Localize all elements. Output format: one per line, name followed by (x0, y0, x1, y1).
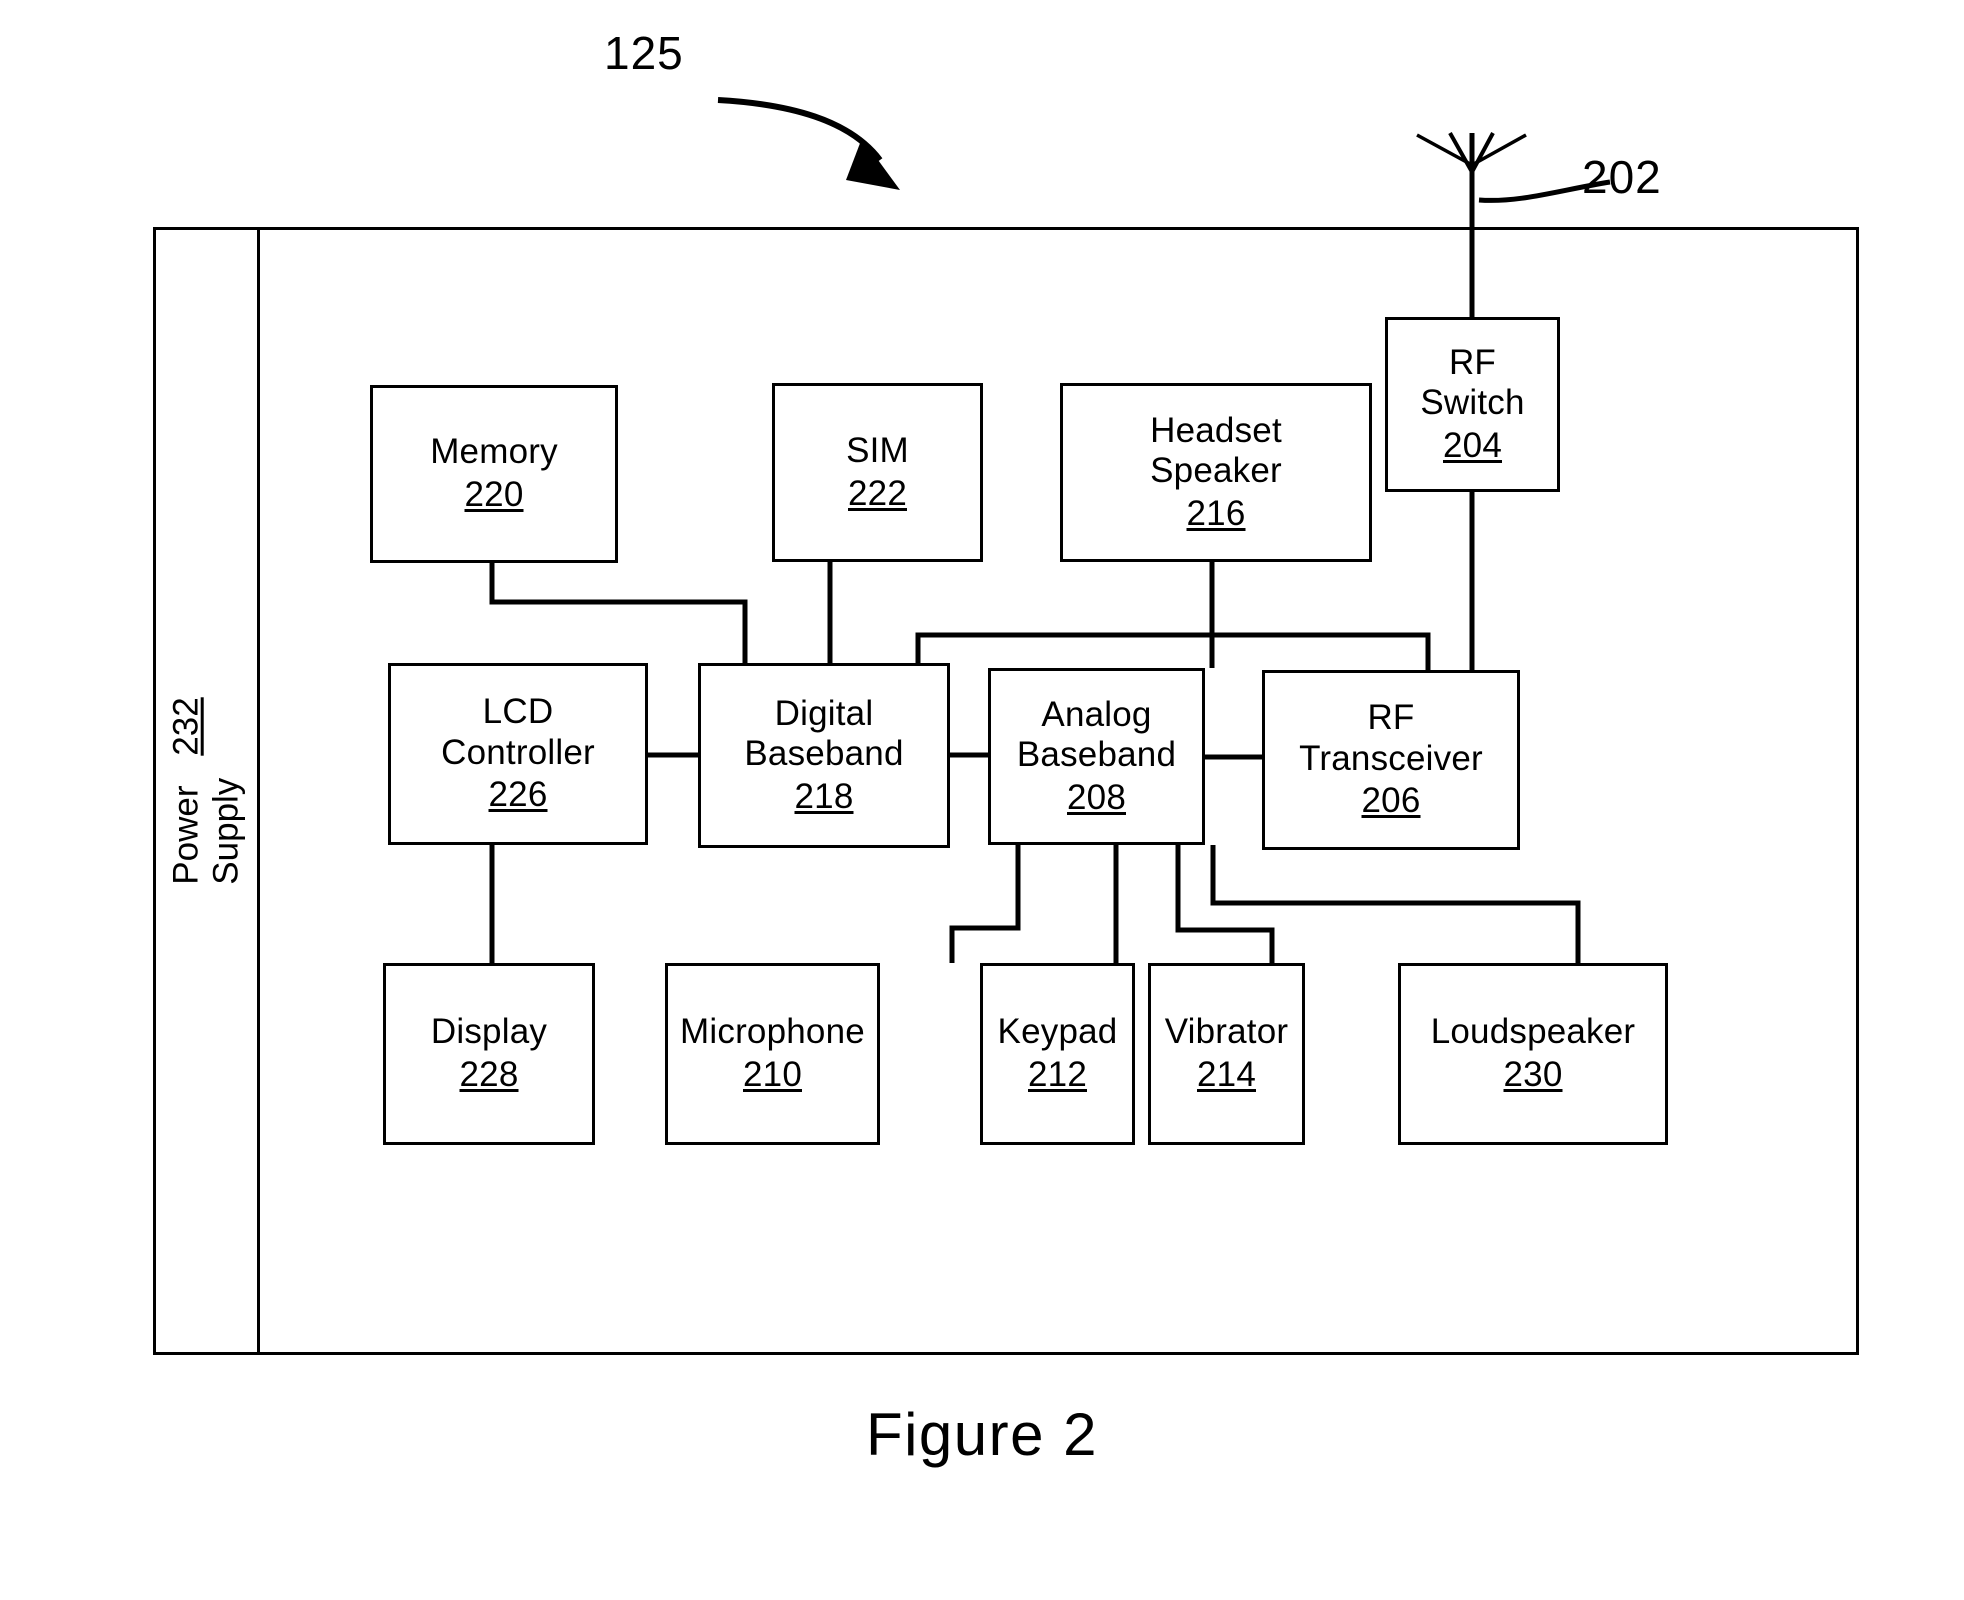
vibrator-label: Vibrator (1164, 1012, 1289, 1052)
block-headset-speaker[interactable]: Headset Speaker 216 (1060, 383, 1372, 562)
display-ref: 228 (459, 1055, 519, 1094)
patent-figure-2: 125 202 Power Supply 232 RF Switch 204 M… (0, 0, 1964, 1600)
sim-label: SIM (846, 430, 909, 470)
analog-baseband-label: Analog Baseband (1016, 694, 1177, 775)
headset-speaker-ref: 216 (1186, 493, 1246, 533)
power-supply-text: Power Supply 232 (167, 697, 247, 884)
digital-baseband-label: Digital Baseband (744, 693, 904, 774)
block-rf-switch[interactable]: RF Switch 204 (1385, 317, 1560, 492)
block-rf-transceiver[interactable]: RF Transceiver 206 (1262, 670, 1520, 850)
lcd-controller-label: LCD Controller (441, 692, 595, 772)
block-lcd-controller[interactable]: LCD Controller 226 (388, 663, 648, 845)
sim-ref: 222 (848, 473, 907, 513)
block-analog-baseband[interactable]: Analog Baseband 208 (988, 668, 1205, 845)
power-supply-ref: 232 (166, 697, 206, 756)
block-sim[interactable]: SIM 222 (772, 383, 983, 562)
power-supply-label: Power Supply (166, 777, 246, 885)
microphone-ref: 210 (743, 1055, 802, 1094)
figure-caption: Figure 2 (865, 1401, 1099, 1468)
device-ref-leader-arrow (717, 97, 900, 190)
rf-switch-label: RF Switch (1420, 342, 1525, 423)
keypad-label: Keypad (997, 1012, 1118, 1052)
display-label: Display (430, 1012, 548, 1052)
block-loudspeaker[interactable]: Loudspeaker 230 (1398, 963, 1668, 1145)
vibrator-ref: 214 (1197, 1055, 1256, 1094)
loudspeaker-ref: 230 (1503, 1055, 1563, 1094)
rf-transceiver-ref: 206 (1361, 781, 1421, 821)
keypad-ref: 212 (1028, 1055, 1087, 1094)
antenna-ref-label: 202 (1582, 151, 1662, 203)
loudspeaker-label: Loudspeaker (1430, 1012, 1636, 1052)
digital-baseband-ref: 218 (794, 776, 854, 816)
memory-label: Memory (430, 432, 558, 472)
analog-baseband-ref: 208 (1067, 777, 1126, 817)
block-digital-baseband[interactable]: Digital Baseband 218 (698, 663, 950, 848)
block-power-supply[interactable]: Power Supply 232 (153, 227, 260, 1355)
block-vibrator[interactable]: Vibrator 214 (1148, 963, 1305, 1145)
rf-transceiver-label: RF Transceiver (1299, 698, 1483, 778)
block-memory[interactable]: Memory 220 (370, 385, 618, 563)
block-microphone[interactable]: Microphone 210 (665, 963, 880, 1145)
block-display[interactable]: Display 228 (383, 963, 595, 1145)
memory-ref: 220 (464, 475, 524, 514)
block-keypad[interactable]: Keypad 212 (980, 963, 1135, 1145)
rf-switch-ref: 204 (1443, 425, 1502, 465)
headset-speaker-label: Headset Speaker (1150, 410, 1282, 491)
lcd-controller-ref: 226 (488, 775, 548, 815)
device-ref-label: 125 (604, 27, 684, 79)
microphone-label: Microphone (680, 1012, 865, 1052)
